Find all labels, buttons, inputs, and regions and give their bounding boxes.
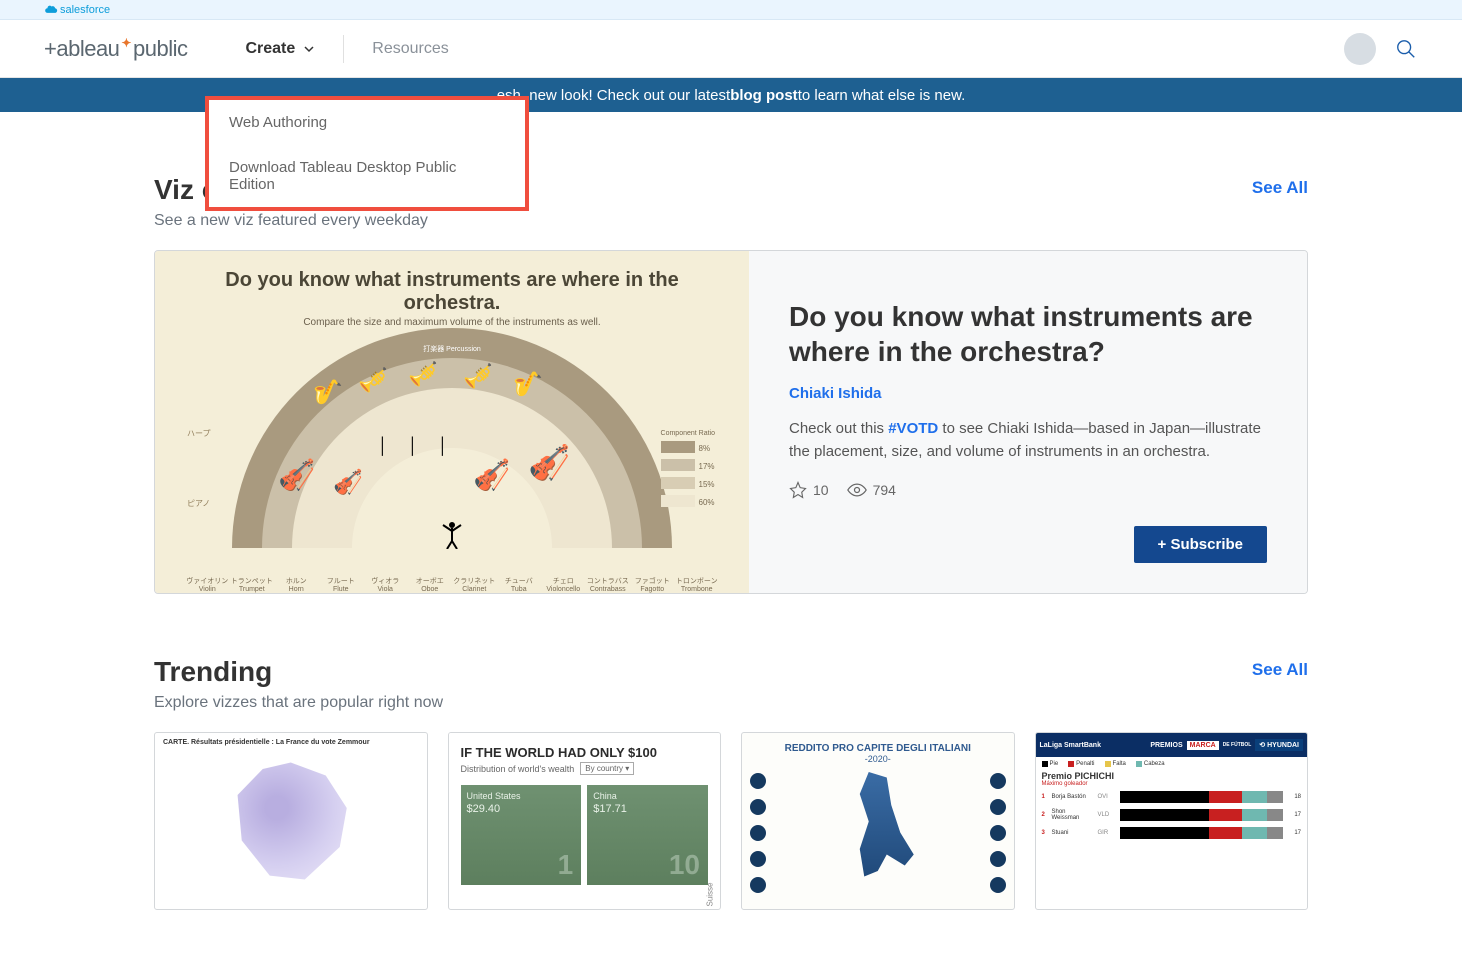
instrument-label: オーボエOboeOb. [408, 576, 453, 594]
france-map [221, 756, 361, 886]
instrument-label: トランペットTrumpetTp. [230, 576, 275, 594]
italy-map [833, 772, 923, 882]
instrument-label: クラリネットClarinetCl. [452, 576, 497, 594]
search-icon [1395, 38, 1417, 60]
dropdown-web-authoring[interactable]: Web Authoring [209, 100, 525, 145]
table-row: 2Shon WeissmanVLD17 [1042, 809, 1302, 821]
salesforce-logo[interactable]: salesforce [44, 4, 110, 16]
instrument-label: フルートFluteFl. [319, 576, 364, 594]
dropdown-download-desktop[interactable]: Download Tableau Desktop Public Edition [209, 145, 525, 207]
trending-card-2[interactable]: IF THE WORLD HAD ONLY $100 Distribution … [448, 732, 722, 910]
subscribe-button[interactable]: + Subscribe [1134, 526, 1267, 563]
eye-icon [847, 483, 867, 497]
instrument-label: チューバTubaTub. [497, 576, 542, 594]
votd-viz-title: Do you know what instruments are where i… [789, 299, 1267, 369]
salesforce-bar: salesforce [0, 0, 1462, 20]
create-dropdown: Web Authoring Download Tableau Desktop P… [205, 96, 529, 211]
country-select[interactable]: By country ▾ [580, 762, 634, 775]
trending-see-all[interactable]: See All [1252, 660, 1308, 680]
instrument-label: コントラバスContrabassCb. [586, 576, 631, 594]
legend: Component Ratio 8% 17% 15% 60% [661, 430, 715, 513]
votd-see-all[interactable]: See All [1252, 178, 1308, 198]
votd-description: Check out this #VOTD to see Chiaki Ishid… [789, 418, 1267, 463]
sponsor-banner: LaLiga SmartBank PREMIOS MARCA DE FÚTBOL… [1036, 733, 1308, 757]
chevron-down-icon [303, 43, 315, 55]
instrument-label: ヴァイオリンViolinVl. [185, 576, 230, 594]
favorites-stat[interactable]: 10 [789, 481, 829, 499]
trending-subtitle: Explore vizzes that are popular right no… [154, 694, 443, 712]
votd-author-link[interactable]: Chiaki Ishida [789, 385, 1267, 402]
trending-header: Trending Explore vizzes that are popular… [154, 656, 1308, 712]
top-nav: +ableau✦public Create Resources Web Auth… [0, 20, 1462, 78]
table-row: 1Borja BastónOVI18 [1042, 791, 1302, 803]
salesforce-text: salesforce [60, 4, 110, 16]
banner-blog-link[interactable]: blog post [730, 87, 798, 104]
chart-legend: Pie Penalti Falta Cabeza [1036, 757, 1308, 771]
star-icon [789, 481, 807, 499]
search-button[interactable] [1394, 37, 1418, 61]
votd-thumbnail[interactable]: Do you know what instruments are where i… [155, 251, 749, 593]
conductor-icon [439, 519, 465, 552]
trending-title: Trending [154, 656, 443, 688]
votd-subtitle: See a new viz featured every weekday [154, 212, 428, 230]
trending-card-4[interactable]: LaLiga SmartBank PREMIOS MARCA DE FÚTBOL… [1035, 732, 1309, 910]
instrument-label: トロンボーンTromboneTb. [675, 576, 720, 594]
nav-create[interactable]: Create [233, 20, 327, 77]
instrument-label: チェロVioloncelloVc. [541, 576, 586, 594]
nav-divider [343, 35, 344, 63]
views-stat: 794 [847, 482, 896, 498]
cn-bill: China $17.71 10 [587, 785, 708, 885]
instrument-label: ホルンHornHr. [274, 576, 319, 594]
trending-card-1[interactable]: CARTE. Résultats présidentielle : La Fra… [154, 732, 428, 910]
plus-icon: ✦ [121, 36, 131, 50]
us-bill: United States $29.40 1 [461, 785, 582, 885]
trending-card-3[interactable]: REDDITO PRO CAPITE DEGLI ITALIANI -2020- [741, 732, 1015, 910]
hashtag-link[interactable]: #VOTD [888, 420, 938, 437]
votd-card: Do you know what instruments are where i… [154, 250, 1308, 594]
nav-resources[interactable]: Resources [360, 20, 460, 77]
instrument-label: ヴィオラViolaVa. [363, 576, 408, 594]
avatar[interactable] [1344, 33, 1376, 65]
tableau-public-logo[interactable]: +ableau✦public [44, 36, 187, 62]
table-row: 3StuaniGIR17 [1042, 827, 1302, 839]
instrument-label: ファゴットFagottoFg. [630, 576, 675, 594]
